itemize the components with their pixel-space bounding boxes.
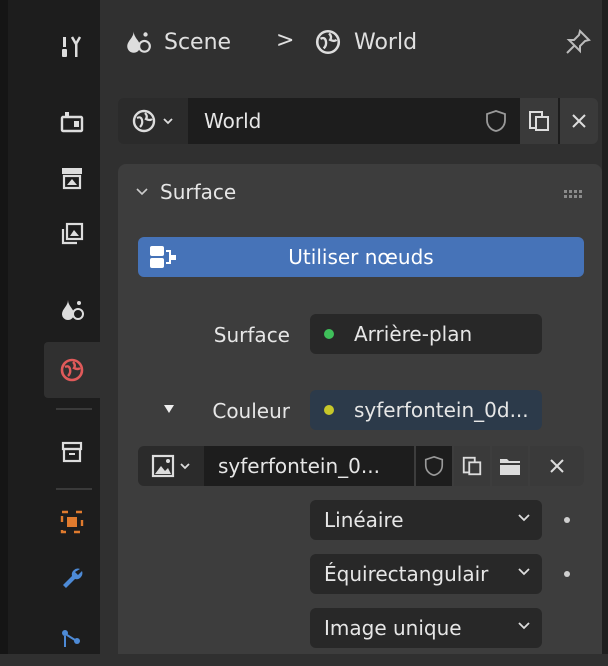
wrench-icon: [63, 568, 83, 588]
world-icon: [60, 358, 84, 382]
chevron-down-icon: [163, 118, 173, 125]
panel-title: Surface: [160, 180, 237, 204]
world-name-text: World: [204, 109, 262, 133]
tab-collection[interactable]: [44, 424, 100, 480]
world-icon: [315, 29, 341, 55]
tab-object[interactable]: [44, 494, 100, 550]
tab-divider: [56, 408, 92, 410]
open-image-button[interactable]: [492, 446, 528, 486]
chevron-down-icon: [180, 463, 190, 470]
drag-handle-icon[interactable]: [564, 190, 582, 198]
surface-shader-value: Arrière-plan: [354, 322, 473, 346]
tab-tool[interactable]: [44, 18, 100, 74]
fake-user-button[interactable]: [474, 98, 518, 144]
scene-icon: [127, 31, 151, 53]
color-input-value: syferfontein_0d...: [354, 398, 529, 422]
surface-panel: Surface Utiliser nœuds Surface Arrière-p…: [118, 164, 602, 654]
tab-world[interactable]: [44, 342, 108, 398]
interpolation-dropdown[interactable]: Linéaire: [310, 500, 542, 540]
tab-modifiers[interactable]: [44, 550, 100, 606]
image-datablock-selector: syferfontein_0...: [138, 446, 584, 486]
shield-icon: [486, 110, 506, 132]
particles-icon: [62, 630, 80, 647]
tool-icon: [62, 36, 82, 57]
color-socket-icon: [324, 405, 334, 415]
image-name-text: syferfontein_0...: [218, 454, 380, 478]
chevron-down-icon: [518, 568, 530, 576]
folder-icon: [500, 459, 520, 475]
image-name-field[interactable]: syferfontein_0...: [204, 446, 414, 486]
use-nodes-button[interactable]: Utiliser nœuds: [138, 237, 584, 277]
window-edge: [0, 0, 8, 654]
tab-render[interactable]: [44, 94, 100, 150]
shield-icon: [424, 455, 444, 477]
scrollbar-track[interactable]: [602, 0, 608, 654]
breadcrumb-scene-label: Scene: [164, 29, 232, 55]
output-icon: [62, 168, 82, 190]
shader-socket-icon: [324, 329, 334, 339]
color-label: Couleur: [212, 399, 290, 423]
surface-shader-field[interactable]: Arrière-plan: [310, 314, 542, 354]
render-icon: [60, 112, 84, 133]
image-fake-user-button[interactable]: [416, 446, 452, 486]
chevron-right-icon: >: [276, 28, 295, 53]
projection-value: Équirectangulair: [324, 562, 489, 586]
chevron-down-icon: [136, 188, 148, 196]
close-icon: [572, 114, 586, 128]
keyframe-dot-icon[interactable]: [564, 517, 570, 523]
tab-particles[interactable]: [44, 610, 100, 666]
interpolation-value: Linéaire: [324, 508, 404, 532]
image-source-dropdown[interactable]: Image unique: [310, 608, 542, 648]
unlink-image-button[interactable]: [530, 446, 584, 486]
breadcrumb-scene[interactable]: Scene: [124, 28, 231, 56]
triangle-down-icon[interactable]: [162, 402, 176, 416]
view-layer-icon: [61, 222, 84, 245]
world-icon: [132, 109, 156, 133]
color-input-field[interactable]: syferfontein_0d...: [310, 390, 542, 430]
new-image-button[interactable]: [454, 446, 490, 486]
image-browse-button[interactable]: [138, 446, 204, 486]
chevron-down-icon: [518, 622, 530, 630]
keyframe-dot-icon[interactable]: [564, 571, 570, 577]
surface-label: Surface: [213, 323, 290, 347]
image-icon: [151, 454, 175, 478]
use-nodes-label: Utiliser nœuds: [288, 245, 434, 269]
node-tree-icon: [150, 246, 176, 268]
object-icon: [60, 510, 84, 534]
surface-panel-header[interactable]: Surface: [134, 180, 236, 204]
world-browse-button[interactable]: [118, 98, 188, 144]
breadcrumb-world[interactable]: World: [314, 28, 417, 56]
projection-dropdown[interactable]: Équirectangulair: [310, 554, 542, 594]
image-source-value: Image unique: [324, 616, 462, 640]
breadcrumb-world-label: World: [354, 29, 418, 55]
new-world-button[interactable]: [520, 98, 558, 144]
pin-icon[interactable]: [564, 28, 592, 56]
duplicate-icon: [462, 456, 482, 476]
tab-view-layer[interactable]: [44, 206, 100, 262]
breadcrumb-separator: >: [276, 28, 294, 53]
tab-scene[interactable]: [44, 282, 100, 338]
unlink-world-button[interactable]: [560, 98, 598, 144]
duplicate-icon: [529, 111, 549, 131]
world-datablock-selector: World: [118, 98, 602, 144]
collection-icon: [61, 441, 83, 463]
properties-header: Scene > World: [100, 0, 602, 88]
scene-icon: [62, 300, 84, 320]
close-icon: [550, 459, 564, 473]
tab-divider: [56, 488, 92, 490]
tab-output[interactable]: [44, 150, 100, 206]
chevron-down-icon: [518, 514, 530, 522]
properties-tab-bar: [8, 0, 108, 654]
